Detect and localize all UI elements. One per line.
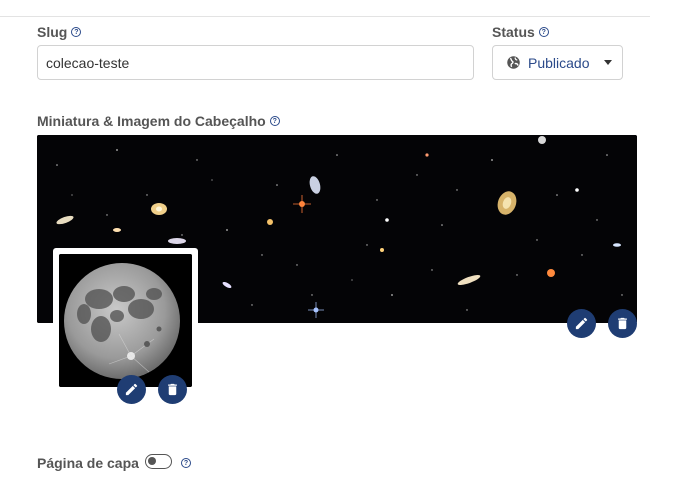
edit-header-button[interactable]	[567, 309, 596, 338]
trash-icon	[618, 317, 627, 330]
globe-icon	[507, 56, 520, 69]
status-label: Status ?	[492, 24, 549, 40]
slug-label: Slug ?	[37, 24, 82, 40]
caret-down-icon	[604, 60, 612, 65]
help-icon[interactable]: ?	[269, 116, 280, 126]
edit-thumbnail-button[interactable]	[117, 375, 146, 404]
moon-image	[59, 254, 192, 387]
top-divider	[0, 16, 650, 17]
help-icon[interactable]: ?	[538, 27, 549, 37]
images-label: Miniatura & Imagem do Cabeçalho ?	[37, 113, 280, 129]
thumbnail[interactable]	[53, 248, 198, 393]
cover-label: Página de capa	[37, 455, 139, 471]
slug-input[interactable]	[37, 45, 474, 80]
trash-icon	[168, 383, 177, 396]
status-label-text: Status	[492, 24, 535, 40]
pencil-icon	[125, 383, 138, 396]
images-label-text: Miniatura & Imagem do Cabeçalho	[37, 113, 266, 129]
toggle-knob	[148, 457, 156, 465]
cover-toggle[interactable]	[145, 454, 172, 469]
pencil-icon	[575, 317, 588, 330]
cover-label-text: Página de capa	[37, 455, 139, 471]
help-icon[interactable]: ?	[181, 458, 191, 468]
help-icon[interactable]: ?	[71, 27, 82, 37]
slug-label-text: Slug	[37, 24, 68, 40]
delete-thumbnail-button[interactable]	[158, 375, 187, 404]
status-select[interactable]: Publicado	[492, 45, 623, 80]
status-value: Publicado	[528, 54, 590, 71]
delete-header-button[interactable]	[608, 309, 637, 338]
